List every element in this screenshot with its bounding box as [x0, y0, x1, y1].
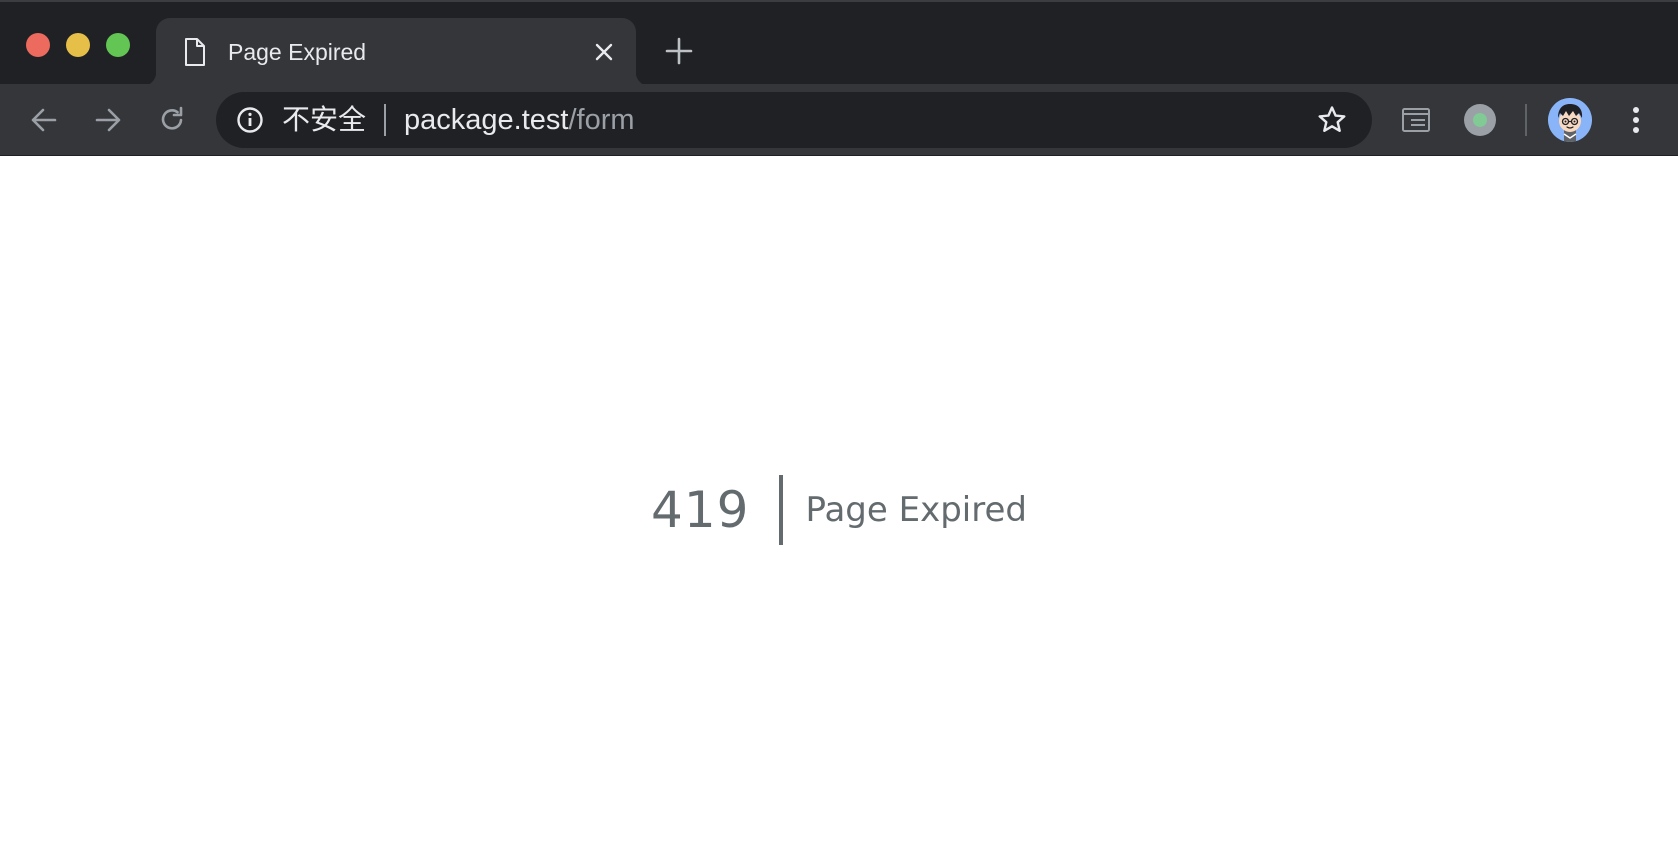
- arrow-left-icon[interactable]: [26, 102, 62, 138]
- browser-window: Page Expired 不安全 package.test/form 419 P…: [0, 0, 1678, 864]
- error-message: Page Expired: [805, 490, 1027, 530]
- window-maximize-button[interactable]: [106, 33, 130, 57]
- circle-dot-icon[interactable]: [1462, 102, 1498, 138]
- url-path: /form: [568, 104, 635, 136]
- url-host: package.test: [404, 104, 569, 136]
- url-text[interactable]: package.test/form: [404, 104, 635, 136]
- tab-strip: Page Expired: [0, 0, 1678, 86]
- star-icon[interactable]: [1316, 104, 1348, 136]
- plus-icon[interactable]: [664, 36, 694, 66]
- error-block: 419 Page Expired: [0, 475, 1678, 545]
- avatar-icon: [1548, 98, 1592, 142]
- window-close-button[interactable]: [26, 33, 50, 57]
- info-icon[interactable]: [236, 106, 264, 134]
- avatar[interactable]: [1548, 98, 1592, 142]
- page-content: 419 Page Expired: [0, 157, 1678, 864]
- window-minimize-button[interactable]: [66, 33, 90, 57]
- security-label[interactable]: 不安全: [282, 105, 366, 135]
- close-icon[interactable]: [592, 40, 616, 64]
- toolbar-divider: [1525, 104, 1527, 136]
- arrow-right-icon[interactable]: [90, 102, 126, 138]
- toolbar: 不安全 package.test/form: [0, 84, 1678, 156]
- reload-icon[interactable]: [154, 102, 190, 138]
- tab-active[interactable]: Page Expired: [142, 18, 650, 86]
- error-code: 419: [651, 481, 750, 539]
- tab-title: Page Expired: [228, 39, 367, 65]
- address-bar[interactable]: 不安全 package.test/form: [216, 92, 1372, 148]
- window-icon[interactable]: [1398, 102, 1434, 138]
- omnibox-divider: [384, 104, 386, 136]
- page-icon: [185, 38, 205, 66]
- more-vertical-icon[interactable]: [1622, 102, 1650, 138]
